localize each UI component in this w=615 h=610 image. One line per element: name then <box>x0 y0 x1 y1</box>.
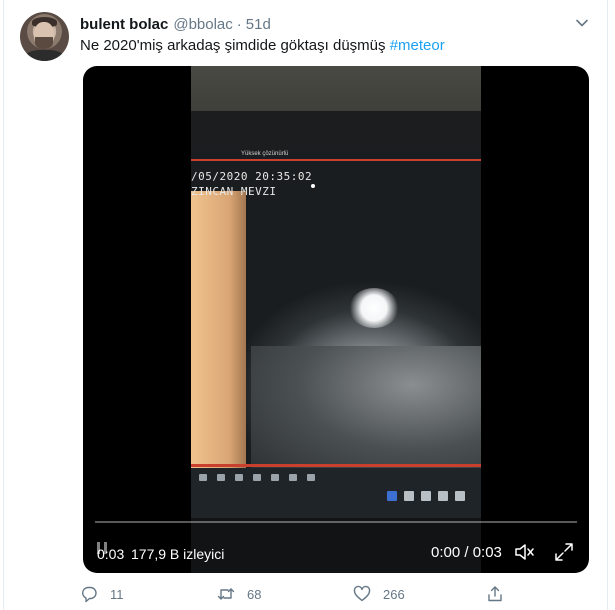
video-frame: Yüksek çözünürlü /05/2020 20:35:02 ZINCA… <box>191 66 481 573</box>
tweet-time[interactable]: 51d <box>246 16 271 33</box>
view-count: 177,9 B izleyici <box>131 546 225 562</box>
reply-count: 11 <box>110 586 124 602</box>
video-light-flash <box>349 288 399 328</box>
video-toolbar-right <box>387 491 465 501</box>
share-button[interactable] <box>486 584 504 604</box>
tweet-header: bulent bolac @bbolac · 51d <box>80 14 271 34</box>
reply-button[interactable]: 11 <box>80 584 124 604</box>
like-count: 266 <box>383 586 405 602</box>
video-overlay-line <box>191 159 481 161</box>
fullscreen-icon[interactable] <box>553 541 575 563</box>
reply-icon <box>82 586 97 603</box>
avatar-beard <box>35 37 53 49</box>
chevron-down-icon[interactable] <box>575 16 589 30</box>
time-display: 0:00 / 0:03 <box>431 544 502 561</box>
retweet-count: 68 <box>247 586 262 602</box>
video-osd-date: /05/2020 20:35:02 <box>191 170 313 183</box>
tweet-actions: 11 68 266 <box>80 584 520 604</box>
tweet-text: Ne 2020'miş arkadaş şimdide göktaşı düşm… <box>80 37 445 54</box>
like-icon <box>353 585 371 602</box>
avatar[interactable] <box>20 12 69 61</box>
mute-icon[interactable] <box>513 541 535 563</box>
video-osd-location: ZINCAN MEVZI <box>191 185 277 198</box>
tweet-body: Ne 2020'miş arkadaş şimdide göktaşı düşm… <box>80 37 390 54</box>
video-toolbar-icons <box>199 474 315 481</box>
share-icon <box>488 586 502 602</box>
tweet-card[interactable]: bulent bolac @bbolac · 51d Ne 2020'miş a… <box>3 0 608 610</box>
separator-dot: · <box>236 15 242 33</box>
video-overlay-line-bottom <box>191 464 481 467</box>
author-handle[interactable]: @bbolac <box>173 16 232 33</box>
author-name[interactable]: bulent bolac <box>80 16 168 33</box>
retweet-button[interactable]: 68 <box>217 584 261 604</box>
video-player[interactable]: Yüksek çözünürlü /05/2020 20:35:02 ZINCA… <box>83 66 589 573</box>
avatar-shirt <box>24 50 65 61</box>
video-osd-menu: Yüksek çözünürlü <box>241 151 289 157</box>
elapsed-time: 0:03 <box>97 546 125 562</box>
retweet-icon <box>217 588 235 600</box>
progress-bar[interactable] <box>95 521 577 523</box>
video-road <box>251 346 481 476</box>
like-button[interactable]: 266 <box>353 584 405 604</box>
meteor-speck <box>311 184 315 188</box>
hashtag-link[interactable]: #meteor <box>390 37 445 54</box>
